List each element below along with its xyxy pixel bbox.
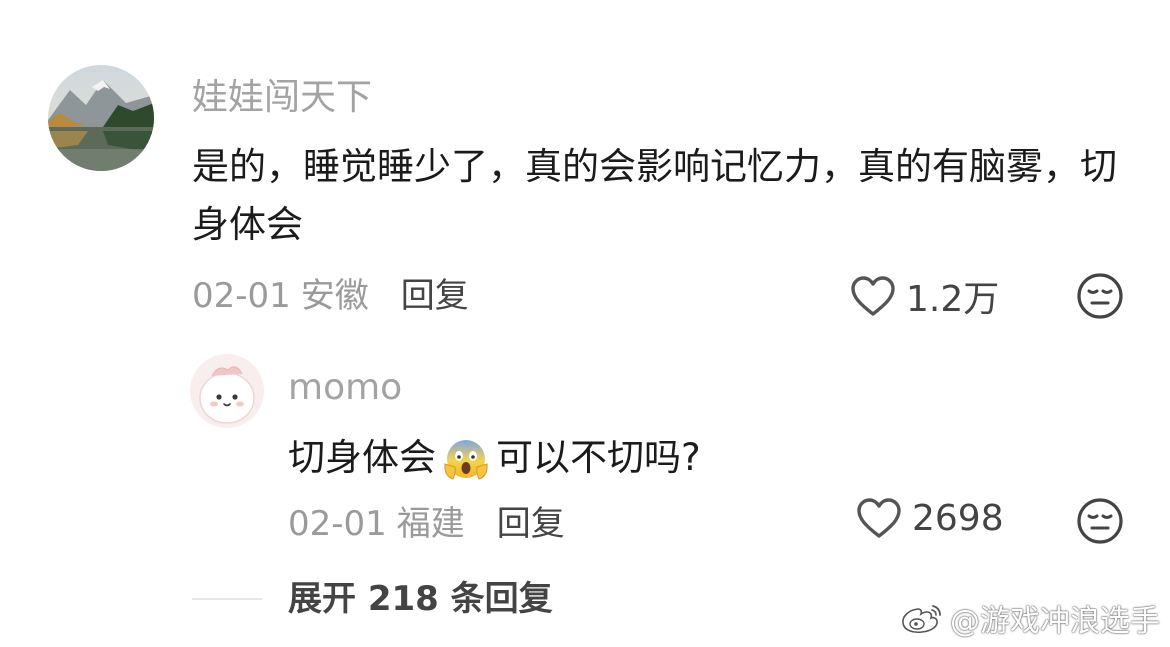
reply-location: 福建	[396, 503, 465, 544]
username[interactable]: 娃娃闯天下	[192, 74, 372, 122]
expand-divider	[192, 598, 262, 600]
reply-avatar[interactable]	[190, 354, 264, 428]
reply-reply-button[interactable]: 回复	[497, 496, 565, 545]
reply-text-after: 可以不切吗?	[496, 436, 701, 479]
reply-like-button[interactable]: 2698	[856, 497, 1004, 539]
comment-date: 02-01	[192, 275, 291, 316]
comment-location: 安徽	[300, 275, 369, 316]
heart-outline-icon	[857, 498, 901, 538]
comment-meta-date-location: 02-01 安徽	[192, 268, 369, 317]
reply-like-count: 2698	[912, 497, 1004, 539]
reply-reaction-button[interactable]	[1076, 497, 1124, 545]
screaming-face-emoji-icon	[442, 434, 490, 482]
heart-outline-icon	[851, 276, 895, 316]
neutral-face-icon	[1077, 273, 1123, 319]
expand-replies-button[interactable]: 展开 218 条回复	[288, 576, 553, 622]
avatar[interactable]	[48, 65, 154, 171]
landscape-avatar-image	[48, 65, 154, 171]
reply-meta-date-location: 02-01 福建	[288, 496, 465, 545]
comment-item: 娃娃闯天下 是的，睡觉睡少了，真的会影响记忆力，真的有脑雾，切身体会 02-01…	[0, 0, 1170, 330]
reply-username[interactable]: momo	[288, 364, 402, 412]
comment-text: 是的，睡觉睡少了，真的会影响记忆力，真的有脑雾，切身体会	[192, 145, 1117, 246]
reply-button[interactable]: 回复	[401, 268, 469, 317]
weibo-logo-icon	[902, 605, 941, 634]
reply-text: 切身体会 可以不切吗?	[288, 430, 701, 486]
reply-text-before: 切身体会	[288, 436, 436, 479]
neutral-face-icon	[1077, 498, 1123, 544]
reply-meta: 02-01 福建 回复	[288, 496, 565, 544]
watermark: @游戏冲浪选手	[900, 598, 1160, 639]
like-count: 1.2万	[906, 279, 1000, 320]
reply-date: 02-01	[288, 503, 387, 544]
comment-meta: 02-01 安徽 回复	[192, 268, 469, 316]
watermark-text: @游戏冲浪选手	[950, 604, 1160, 639]
like-button[interactable]: 1.2万	[850, 270, 999, 322]
cartoon-avatar-image	[190, 354, 264, 428]
reaction-button[interactable]	[1076, 272, 1124, 320]
